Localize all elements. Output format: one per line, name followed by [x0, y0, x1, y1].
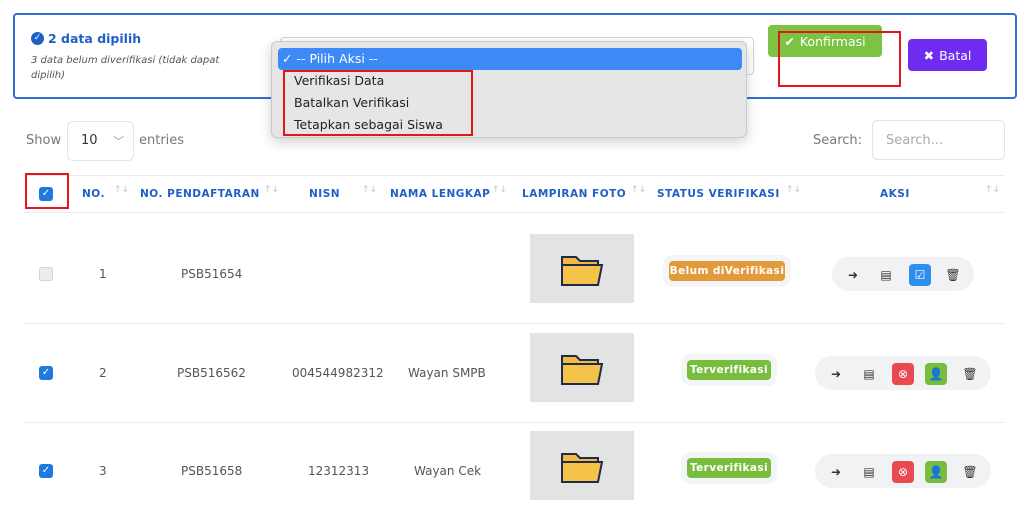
print-icon[interactable]: ▤: [858, 461, 880, 483]
cancel-verify-icon[interactable]: ⊗: [892, 461, 914, 483]
folder-icon: [561, 256, 604, 286]
add-user-icon[interactable]: 👤: [925, 461, 947, 483]
row-no: 1: [99, 267, 107, 281]
dropdown-selected-label: -- Pilih Aksi --: [296, 51, 378, 66]
photo-attachment[interactable]: [530, 234, 634, 303]
sort-icon[interactable]: ↑↓: [114, 185, 129, 195]
table-header-top-border: [24, 175, 1004, 176]
row-actions: ➜ ▤ ⊗ 👤 🗑: [815, 454, 991, 488]
entries-value: 10: [81, 133, 98, 148]
sort-icon[interactable]: ↑↓: [492, 185, 507, 195]
login-icon[interactable]: ➜: [842, 264, 864, 286]
selected-count-text: 2 data dipilih: [48, 31, 142, 46]
header-photo[interactable]: LAMPIRAN FOTO: [522, 188, 626, 200]
cancel-button-label: Batal: [939, 47, 972, 63]
table-header-bottom-border: [24, 212, 1004, 213]
row-nisn: 12312313: [308, 464, 370, 478]
trash-icon[interactable]: 🗑: [959, 363, 981, 385]
row-reg-no: PSB516562: [177, 366, 246, 380]
sort-icon[interactable]: ↑↓: [786, 185, 801, 195]
check-circle-icon: ✓: [31, 32, 44, 45]
row-divider: [24, 323, 1004, 324]
cancel-button[interactable]: ✖ Batal: [908, 39, 987, 71]
search-input[interactable]: Search...: [872, 120, 1005, 160]
verify-icon[interactable]: ☑: [909, 264, 931, 286]
search-placeholder: Search...: [886, 133, 944, 148]
status-badge: Terverifikasi: [687, 458, 771, 478]
folder-icon: [561, 453, 604, 483]
photo-attachment[interactable]: [530, 431, 634, 500]
header-reg-no[interactable]: NO. PENDAFTARAN: [140, 188, 260, 200]
row-actions: ➜ ▤ ☑ 🗑: [832, 257, 974, 291]
show-label: Show: [26, 133, 62, 148]
header-actions[interactable]: AKSI: [880, 188, 910, 200]
sort-icon[interactable]: ↑↓: [985, 185, 1000, 195]
row-actions: ➜ ▤ ⊗ 👤 🗑: [815, 356, 991, 390]
header-no[interactable]: NO.: [82, 188, 105, 200]
cancel-verify-icon[interactable]: ⊗: [892, 363, 914, 385]
photo-attachment[interactable]: [530, 333, 634, 402]
close-icon: ✖: [923, 47, 935, 63]
login-icon[interactable]: ➜: [825, 363, 847, 385]
row-name: Wayan Cek: [414, 464, 482, 478]
row-reg-no: PSB51654: [181, 267, 243, 281]
trash-icon[interactable]: 🗑: [959, 461, 981, 483]
header-nisn[interactable]: NISN: [309, 188, 340, 200]
row-no: 3: [99, 464, 107, 478]
highlight-confirm: [778, 31, 901, 87]
dropdown-option-placeholder[interactable]: ✓ -- Pilih Aksi --: [278, 48, 742, 70]
row-checkbox: [39, 267, 53, 281]
row-checkbox[interactable]: ✓: [39, 464, 53, 478]
header-name[interactable]: NAMA LENGKAP: [390, 188, 490, 200]
status-badge: Terverifikasi: [687, 360, 771, 380]
search-label: Search:: [813, 133, 863, 148]
unverified-note: 3 data belum diverifikasi (tidak dapat d…: [31, 55, 220, 81]
row-no: 2: [99, 366, 107, 380]
row-checkbox[interactable]: ✓: [39, 366, 53, 380]
folder-icon: [561, 355, 604, 385]
login-icon[interactable]: ➜: [825, 461, 847, 483]
entries-select[interactable]: 10 ﹀: [67, 121, 134, 161]
row-reg-no: PSB51658: [181, 464, 243, 478]
status-badge: Belum diVerifikasi: [669, 261, 785, 281]
row-name: Wayan SMPB: [408, 366, 486, 380]
entries-label: entries: [139, 133, 185, 148]
row-divider: [24, 422, 1004, 423]
sort-icon[interactable]: ↑↓: [631, 185, 646, 195]
add-user-icon[interactable]: 👤: [925, 363, 947, 385]
highlight-dropdown-options: [283, 70, 473, 136]
checkmark-icon: ✓: [282, 51, 297, 66]
selected-count: ✓ 2 data dipilih: [31, 31, 141, 46]
print-icon[interactable]: ▤: [858, 363, 880, 385]
highlight-select-all: [25, 173, 69, 209]
print-icon[interactable]: ▤: [875, 264, 897, 286]
row-nisn: 004544982312: [292, 366, 384, 380]
header-status[interactable]: STATUS VERIFIKASI: [657, 188, 780, 200]
trash-icon[interactable]: 🗑: [942, 264, 964, 286]
chevron-down-icon: ﹀: [113, 135, 124, 148]
sort-icon[interactable]: ↑↓: [362, 185, 377, 195]
sort-icon[interactable]: ↑↓: [264, 185, 279, 195]
